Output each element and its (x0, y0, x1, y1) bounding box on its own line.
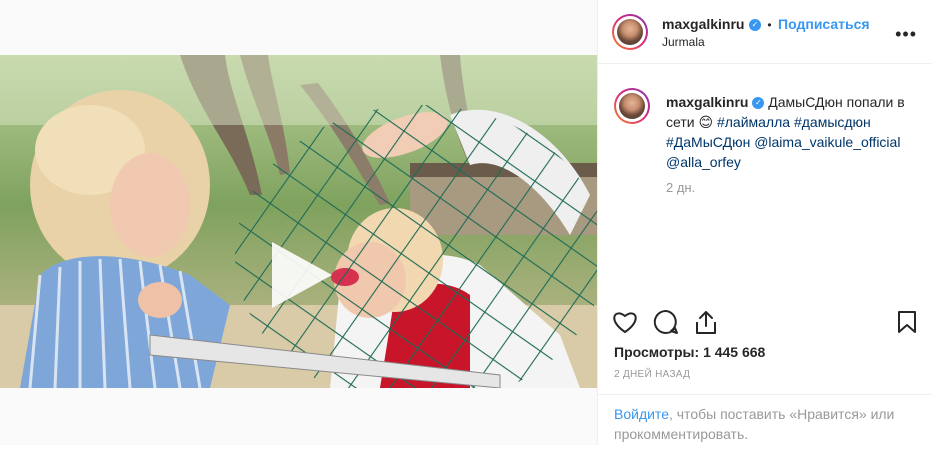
share-icon[interactable] (694, 309, 718, 335)
mention-link[interactable]: @alla_orfey (666, 154, 741, 170)
video-frame (0, 55, 597, 388)
bookmark-icon[interactable] (897, 310, 917, 334)
login-prompt: Войдите, чтобы поставить «Нравится» или … (598, 394, 932, 453)
verified-badge-icon: ✓ (748, 18, 761, 31)
play-icon[interactable] (270, 242, 336, 308)
location-link[interactable]: Jurmala (662, 35, 705, 49)
views-count: Просмотры: 1 445 668 (614, 344, 765, 360)
heart-icon[interactable] (612, 310, 638, 334)
verified-badge-icon: ✓ (752, 97, 765, 110)
avatar[interactable] (614, 88, 650, 124)
follow-button[interactable]: Подписаться (778, 16, 870, 32)
post-sidebar: maxgalkinru ✓ • Подписаться Jurmala ••• … (597, 0, 932, 445)
caption-username[interactable]: maxgalkinru (666, 94, 748, 110)
post-age[interactable]: 2 ДНЕЙ НАЗАД (614, 369, 690, 380)
caption-timestamp[interactable]: 2 дн. (666, 180, 695, 195)
hashtag-link[interactable]: #лаймалла (717, 114, 790, 130)
username-link[interactable]: maxgalkinru (662, 16, 744, 32)
hashtag-link[interactable]: #ДаМыСДюн (666, 134, 750, 150)
media-pane (0, 0, 597, 445)
action-bar (598, 300, 932, 340)
more-options-icon[interactable]: ••• (895, 24, 917, 45)
login-link[interactable]: Войдите (614, 406, 669, 422)
separator-dot: • (767, 18, 772, 32)
hashtag-link[interactable]: #дамысдюн (794, 114, 871, 130)
views-value: 1 445 668 (703, 344, 766, 360)
post-header: maxgalkinru ✓ • Подписаться Jurmala ••• (598, 0, 932, 64)
video-player[interactable] (0, 55, 597, 388)
views-label: Просмотры: (614, 344, 700, 360)
comment-icon[interactable] (653, 309, 679, 335)
avatar[interactable] (612, 14, 648, 50)
caption-text: maxgalkinru ✓ ДамыСДюн попали в сети 😊 #… (666, 92, 914, 172)
smile-emoji-icon: 😊 (698, 114, 714, 130)
mention-link[interactable]: @laima_vaikule_official (754, 134, 900, 150)
